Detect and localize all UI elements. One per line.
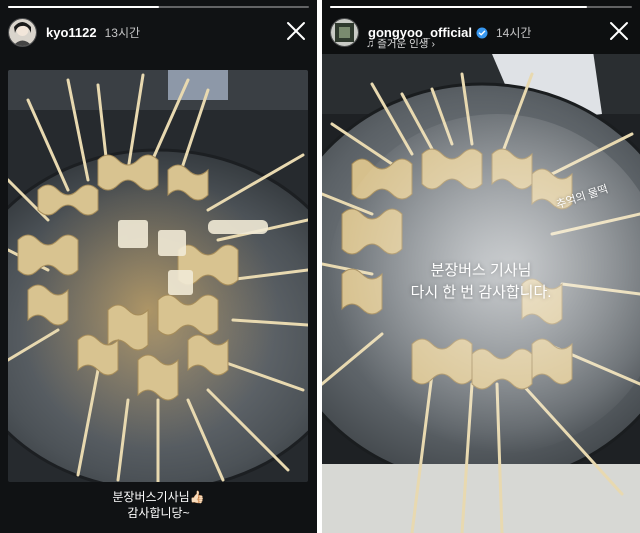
avatar[interactable]: [330, 17, 359, 47]
close-icon[interactable]: [285, 20, 307, 42]
caption-line: 분장버스기사님👍🏻: [112, 490, 205, 504]
story-progress-bar: [330, 6, 632, 8]
username[interactable]: kyo1122: [46, 25, 97, 40]
verified-badge-icon: [476, 26, 488, 39]
overlay-line: 다시 한 번 감사합니다.: [410, 284, 552, 301]
story-timestamp: 13시간: [104, 25, 141, 40]
story-progress-fill: [330, 6, 587, 8]
overlay-line: 분장버스 기사님: [430, 262, 532, 279]
story-timestamp: 14시간: [496, 25, 532, 40]
music-title: 즐거운 인생: [377, 38, 429, 50]
avatar[interactable]: [8, 17, 37, 47]
story-right: gongyoo_official 14시간 ♫ 즐거운 인생 › 추억의 물떡 …: [322, 0, 640, 533]
story-caption: 분장버스기사님👍🏻 감사합니당~: [0, 489, 317, 521]
music-note-icon: ♫: [366, 37, 375, 50]
caption-line: 감사합니당~: [127, 506, 190, 520]
overlay-text: 분장버스 기사님 다시 한 번 감사합니다.: [322, 260, 640, 304]
story-progress-bar: [8, 6, 309, 8]
close-icon[interactable]: [608, 20, 630, 42]
story-comparison: kyo1122 13시간 분장버스기사님👍🏻 감사합니당~ gongyoo_of…: [0, 0, 640, 533]
chevron-right-icon: ›: [431, 37, 435, 50]
music-sticker[interactable]: ♫ 즐거운 인생 ›: [366, 36, 435, 51]
story-header: kyo1122 13시간: [8, 14, 309, 50]
story-left: kyo1122 13시간 분장버스기사님👍🏻 감사합니당~: [0, 0, 317, 533]
story-progress-fill: [8, 6, 159, 8]
story-photo: [8, 70, 308, 482]
